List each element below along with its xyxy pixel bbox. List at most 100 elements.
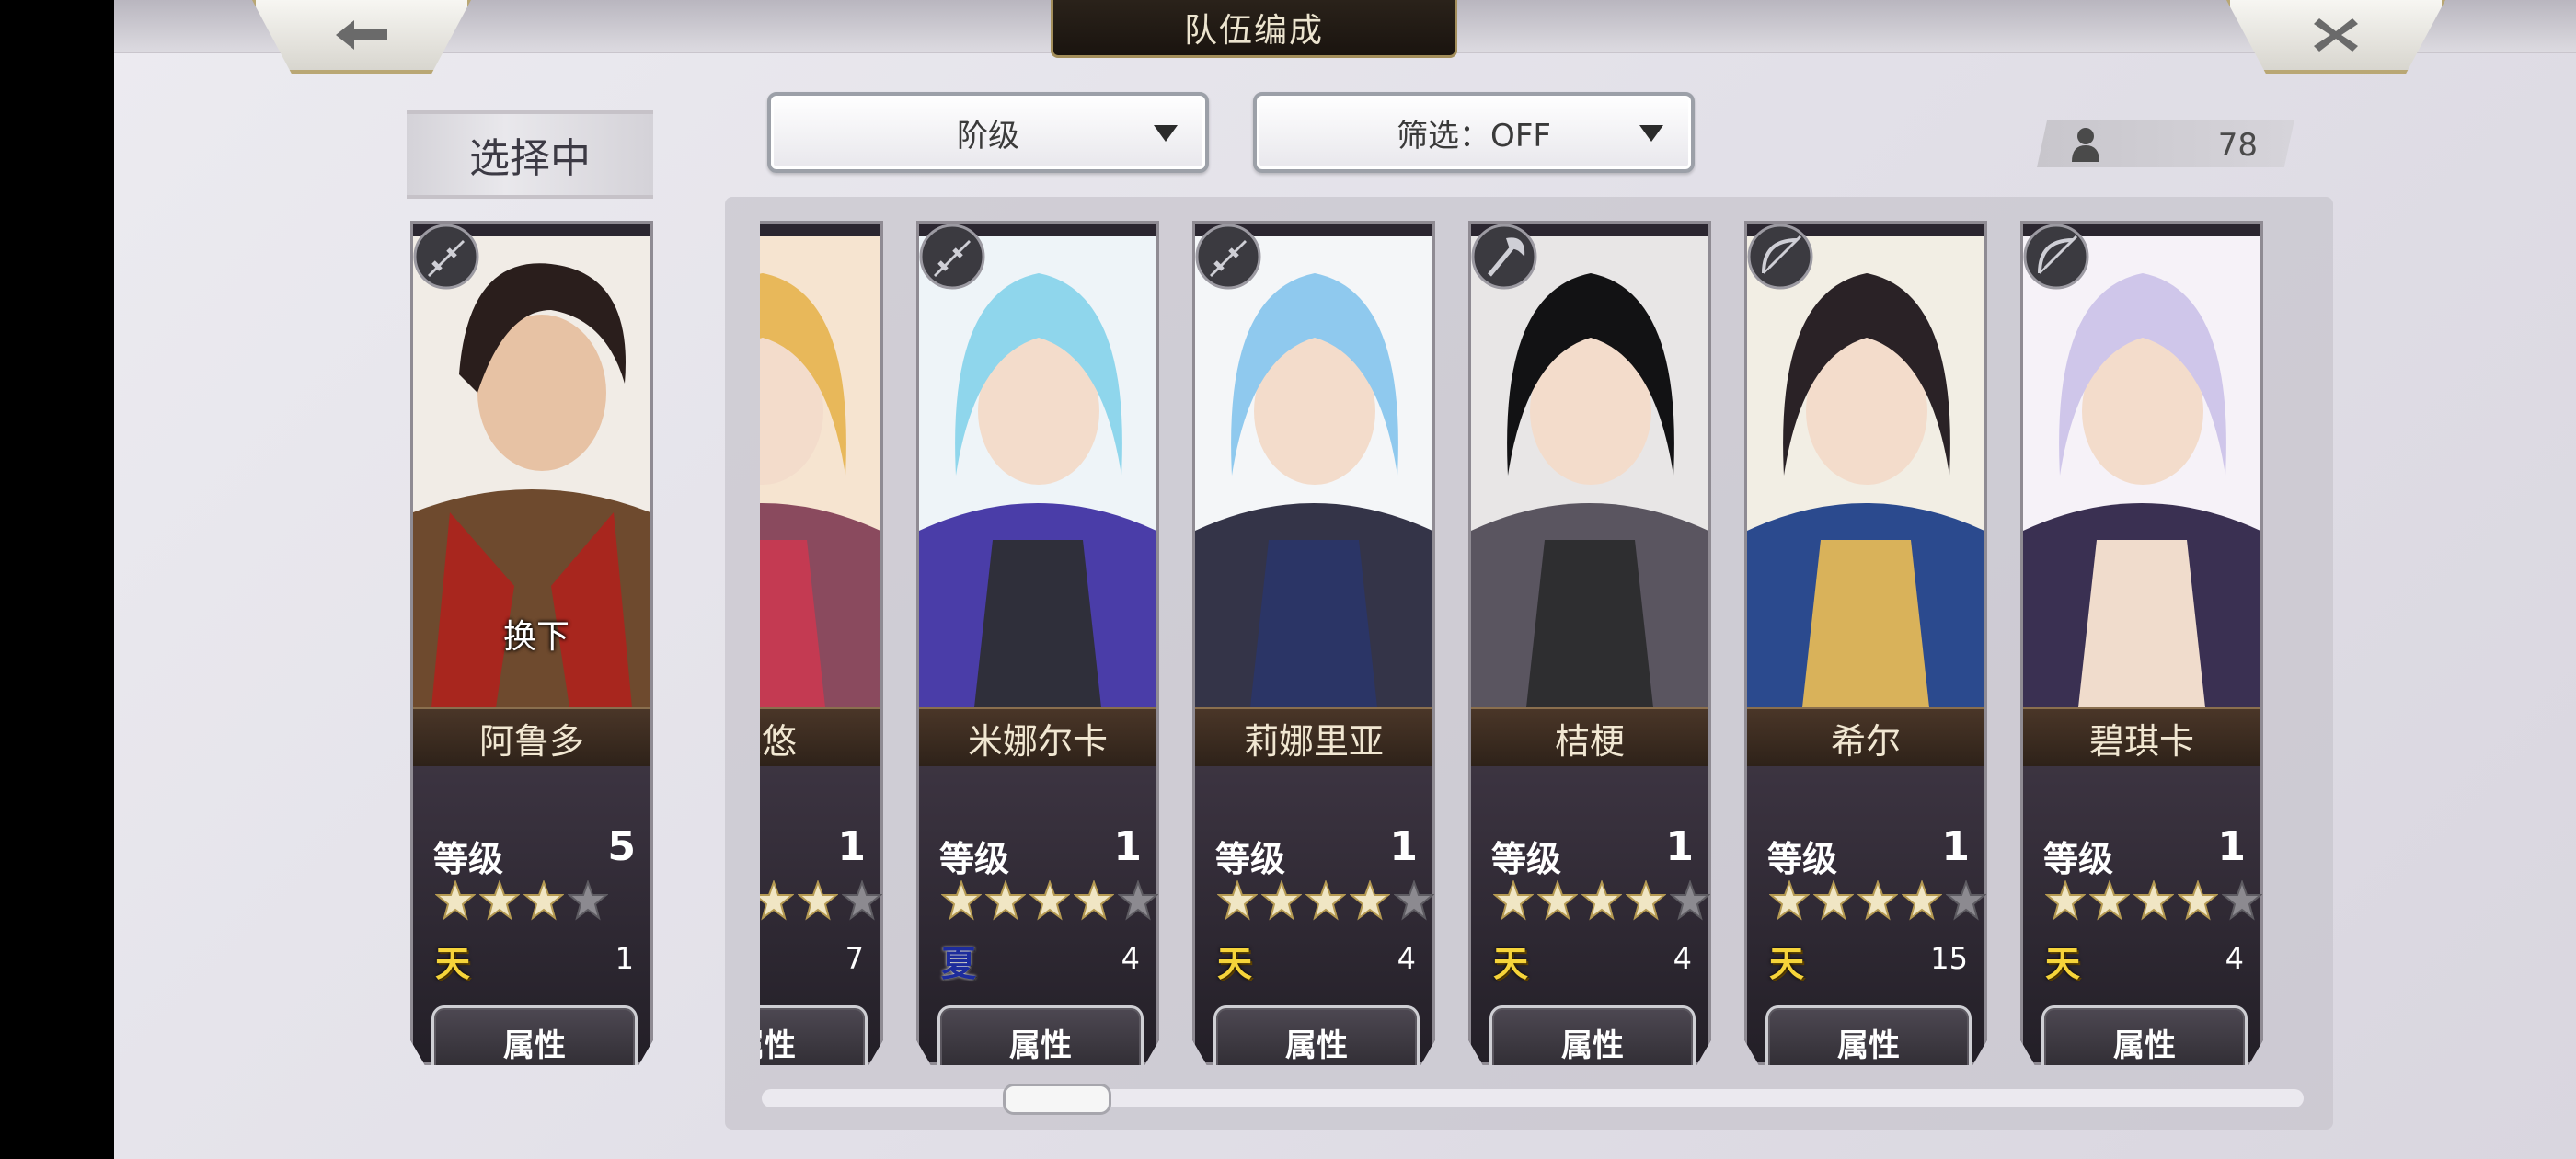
star-filled-icon	[941, 880, 982, 921]
star-empty-icon	[568, 880, 608, 921]
character-name: 希尔	[1830, 720, 1901, 762]
axe-class-icon	[1471, 224, 1537, 290]
selecting-label-text: 选择中	[469, 135, 591, 182]
selected-character-card[interactable]: 换下 阿鲁多 等级 5 天 1 属性	[410, 221, 653, 1065]
back-arrow-icon	[336, 20, 387, 50]
game-screen: 队伍编成 选择中 阶级 筛选：OFF 78 换下 阿鲁多 等级 5 天 1 属性…	[114, 0, 2576, 1159]
rank-badge: 天	[1768, 943, 1804, 984]
filter-dropdown[interactable]: 筛选：OFF	[1253, 92, 1695, 173]
duplicate-count: 15	[1930, 941, 1968, 976]
sort-dropdown[interactable]: 阶级	[767, 92, 1209, 173]
character-name-plate: 阿鲁多	[413, 707, 650, 768]
star-filled-icon	[435, 880, 476, 921]
character-name-plate: 米娜尔卡	[919, 707, 1156, 768]
star-rating	[2045, 880, 2262, 921]
rank-badge: 天	[2044, 943, 2080, 984]
character-portrait	[919, 236, 1156, 707]
attribute-button-label: 属性	[2113, 1027, 2176, 1064]
person-icon	[2072, 128, 2099, 162]
rank-badge: 夏	[940, 943, 976, 984]
star-filled-icon	[1902, 880, 1942, 921]
character-card[interactable]: 碧琪卡 等级 1 天 4 属性	[2020, 221, 2263, 1065]
sword-class-icon	[1195, 224, 1261, 290]
character-card[interactable]: 米悠等级1天7属性	[760, 221, 883, 1065]
level-value: 1	[1113, 823, 1142, 870]
attribute-button[interactable]: 属性	[1213, 1005, 1420, 1065]
chevron-down-icon	[1639, 125, 1663, 142]
attribute-button[interactable]: 属性	[1765, 1005, 1972, 1065]
character-card[interactable]: 希尔 等级 1 天 15 属性	[1744, 221, 1987, 1065]
character-name: 碧琪卡	[2088, 720, 2194, 762]
level-value: 5	[607, 823, 636, 870]
attribute-button[interactable]: 属性	[937, 1005, 1144, 1065]
star-filled-icon	[2089, 880, 2130, 921]
star-filled-icon	[1493, 880, 1534, 921]
star-empty-icon	[842, 880, 882, 921]
character-name-plate: 莉娜里亚	[1195, 707, 1432, 768]
roster-scrollbar[interactable]	[762, 1084, 2304, 1115]
selecting-label: 选择中	[407, 110, 653, 199]
character-name-plate: 米悠	[760, 707, 880, 768]
page-title: 队伍编成	[1051, 0, 1457, 58]
attribute-button[interactable]: 属性	[760, 1005, 868, 1065]
attribute-button-label: 属性	[1561, 1027, 1624, 1064]
star-rating	[1493, 880, 1710, 921]
owned-count-value: 78	[2217, 127, 2258, 164]
character-name: 莉娜里亚	[1243, 720, 1384, 762]
attribute-button[interactable]: 属性	[431, 1005, 638, 1065]
owned-count-badge: 78	[2037, 120, 2294, 167]
character-name: 米娜尔卡	[967, 720, 1108, 762]
page-title-text: 队伍编成	[1183, 12, 1324, 50]
attribute-button-label: 属性	[1837, 1027, 1900, 1064]
level-value: 1	[837, 823, 866, 870]
star-filled-icon	[1581, 880, 1622, 921]
character-card[interactable]: 桔梗 等级 1 天 4 属性	[1468, 221, 1711, 1065]
star-rating	[435, 880, 608, 921]
star-filled-icon	[2133, 880, 2174, 921]
level-value: 1	[2217, 823, 2246, 870]
close-button[interactable]	[2226, 0, 2445, 74]
level-label: 等级	[1215, 839, 1286, 879]
close-x-icon	[2314, 18, 2358, 52]
star-filled-icon	[1813, 880, 1854, 921]
attribute-button-label: 属性	[1285, 1027, 1348, 1064]
level-value: 1	[1389, 823, 1418, 870]
character-portrait	[1195, 236, 1432, 707]
level-label: 等级	[2043, 839, 2114, 879]
character-card[interactable]: 米娜尔卡 等级 1 夏 4 属性	[916, 221, 1159, 1065]
character-card[interactable]: 莉娜里亚 等级 1 天 4 属性	[1192, 221, 1435, 1065]
character-name-plate: 希尔	[1747, 707, 1984, 768]
back-button[interactable]	[252, 0, 471, 74]
sword-class-icon	[919, 224, 985, 290]
level-label: 等级	[1491, 839, 1562, 879]
character-name: 阿鲁多	[478, 720, 584, 762]
character-name-plate: 碧琪卡	[2023, 707, 2260, 768]
star-filled-icon	[1857, 880, 1898, 921]
character-portrait	[760, 236, 880, 707]
level-label: 等级	[433, 839, 504, 879]
roster-list: 米悠等级 1 天 7 属性 米娜尔卡等级 1 夏 4 属性 莉娜里亚等级 1 天 4 属性 桔梗等级 1 天 4 属性…	[760, 221, 2324, 1067]
sword-class-icon	[413, 224, 479, 290]
star-filled-icon	[985, 880, 1026, 921]
star-rating	[760, 880, 882, 921]
star-filled-icon	[1537, 880, 1578, 921]
duplicate-count: 4	[1121, 941, 1140, 976]
star-empty-icon	[1946, 880, 1986, 921]
character-portrait	[1747, 236, 1984, 707]
star-filled-icon	[479, 880, 520, 921]
star-filled-icon	[1261, 880, 1302, 921]
attribute-button[interactable]: 属性	[1489, 1005, 1696, 1065]
attribute-button-label: 属性	[760, 1027, 796, 1064]
attribute-button-label: 属性	[1009, 1027, 1072, 1064]
roster-scroll-thumb[interactable]	[1003, 1084, 1111, 1115]
character-name: 米悠	[760, 720, 797, 762]
bow-class-icon	[2023, 224, 2089, 290]
chevron-down-icon	[1154, 125, 1178, 142]
character-name: 桔梗	[1554, 720, 1625, 762]
attribute-button[interactable]: 属性	[2041, 1005, 2248, 1065]
star-filled-icon	[523, 880, 564, 921]
star-filled-icon	[2178, 880, 2218, 921]
star-filled-icon	[1217, 880, 1258, 921]
duplicate-count: 7	[845, 941, 864, 976]
attribute-button-label: 属性	[503, 1027, 566, 1064]
